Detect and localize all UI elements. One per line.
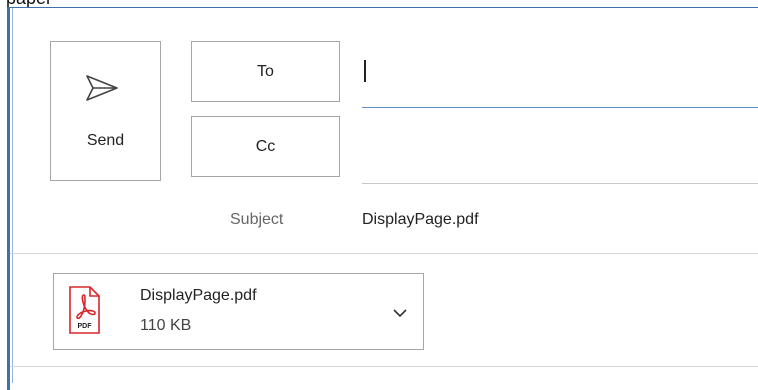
attachment-size: 110 KB <box>140 317 192 334</box>
text-caret <box>364 60 366 82</box>
send-icon <box>86 75 118 101</box>
send-label: Send <box>86 132 125 149</box>
pdf-file-icon: PDF <box>69 286 100 334</box>
frame-inner-line <box>12 8 13 383</box>
divider <box>10 253 758 254</box>
send-button[interactable]: Send <box>50 41 161 181</box>
to-button[interactable]: To <box>191 41 340 102</box>
chevron-down-icon[interactable] <box>392 307 408 319</box>
pdf-icon-text: PDF <box>78 323 93 330</box>
subject-label: Subject <box>230 211 284 228</box>
to-input[interactable] <box>362 60 758 108</box>
subject-input[interactable]: DisplayPage.pdf <box>362 211 479 229</box>
attachment-name: DisplayPage.pdf <box>140 287 257 304</box>
attachment-card[interactable]: PDF DisplayPage.pdf 110 KB <box>53 273 424 350</box>
cc-button[interactable]: Cc <box>191 116 340 177</box>
cc-input[interactable] <box>362 140 758 184</box>
divider <box>10 366 758 367</box>
